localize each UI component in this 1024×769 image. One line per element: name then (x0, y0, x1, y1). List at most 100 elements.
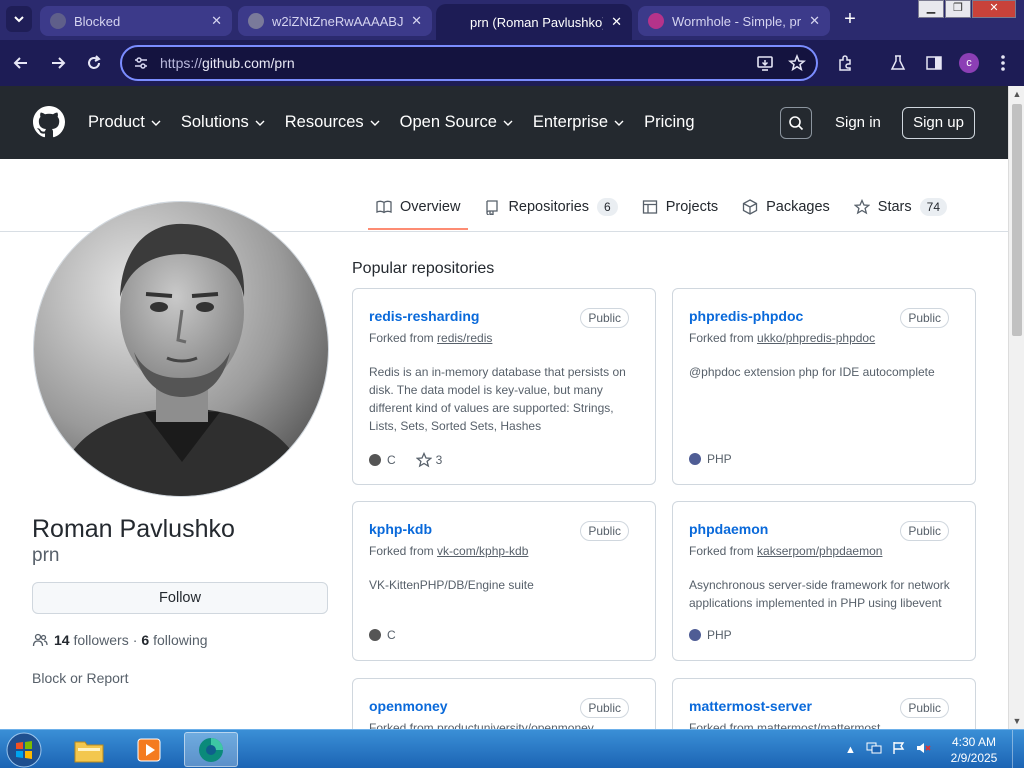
install-app-icon[interactable] (756, 54, 774, 77)
avatar[interactable] (33, 201, 329, 497)
people-icon (32, 633, 48, 647)
forked-from-link[interactable]: productuniversity/openmoney (437, 721, 594, 729)
forked-prefix: Forked from (689, 331, 754, 345)
repo-name-link[interactable]: mattermost-server (689, 698, 812, 714)
back-button[interactable] (8, 50, 34, 76)
forked-from: Forked from productuniversity/openmoney (369, 721, 594, 729)
scroll-up-arrow-icon[interactable]: ▲ (1009, 86, 1024, 102)
tab-blocked[interactable]: Blocked ✕ (40, 6, 232, 36)
tab-overview[interactable]: Overview (368, 189, 469, 230)
tab-stars[interactable]: Stars 74 (846, 189, 955, 225)
forward-button[interactable] (45, 50, 71, 76)
forked-prefix: Forked from (369, 721, 434, 729)
sign-in-link[interactable]: Sign in (835, 114, 881, 131)
show-desktop-button[interactable] (1012, 730, 1024, 769)
tab-label: w2iZNtZneRwAAAABJ (272, 13, 404, 29)
nav-resources[interactable]: Resources (285, 113, 380, 132)
network-icon[interactable] (866, 741, 882, 758)
wormhole-favicon-icon (648, 13, 664, 29)
browser-toolbar: https://github.com/prn c (0, 40, 1024, 86)
followers-link[interactable]: 14 followers (54, 632, 129, 648)
nav-enterprise[interactable]: Enterprise (533, 113, 624, 132)
nav-pricing[interactable]: Pricing (644, 113, 694, 132)
repo-stars[interactable]: 3 (436, 453, 443, 467)
extensions-icon[interactable] (834, 52, 856, 74)
taskbar-browser[interactable] (184, 732, 238, 767)
repo-meta: PHP (689, 452, 732, 466)
github-logo-icon[interactable] (33, 106, 65, 138)
system-clock[interactable]: 4:30 AM 2/9/2025 (944, 734, 1004, 766)
close-tab-icon[interactable]: ✕ (411, 13, 422, 29)
tab-label: Packages (766, 199, 830, 215)
tab-packages[interactable]: Packages (734, 189, 838, 225)
sign-up-button[interactable]: Sign up (902, 107, 975, 139)
forked-from-link[interactable]: ukko/phpredis-phpdoc (757, 331, 875, 345)
action-center-flag-icon[interactable] (892, 741, 906, 758)
nav-solutions[interactable]: Solutions (181, 113, 265, 132)
search-button[interactable] (780, 107, 812, 139)
nav-product[interactable]: Product (88, 113, 161, 132)
labs-flask-icon[interactable] (887, 52, 909, 74)
taskbar-media-player[interactable] (122, 732, 176, 767)
bookmark-star-icon[interactable] (788, 53, 806, 77)
repo-language: C (387, 453, 396, 467)
side-panel-icon[interactable] (923, 52, 945, 74)
repo-language: PHP (707, 452, 732, 466)
repo-description: VK-KittenPHP/DB/Engine suite (369, 578, 534, 592)
scroll-down-arrow-icon[interactable]: ▼ (1009, 713, 1024, 729)
star-icon (853, 199, 870, 215)
folder-icon (74, 741, 104, 762)
visibility-badge: Public (580, 698, 629, 718)
close-tab-icon[interactable]: ✕ (611, 14, 622, 30)
tab-projects[interactable]: Projects (634, 189, 726, 225)
chevron-down-icon (614, 120, 624, 126)
forked-from-link[interactable]: vk-com/kphp-kdb (437, 544, 528, 558)
reload-button[interactable] (81, 50, 107, 76)
tab-repositories[interactable]: Repositories 6 (476, 189, 625, 225)
close-window-button[interactable]: ✕ (972, 0, 1016, 18)
address-bar[interactable]: https://github.com/prn (120, 45, 818, 81)
nav-open-source[interactable]: Open Source (400, 113, 513, 132)
tab-wormhole[interactable]: Wormhole - Simple, pr ✕ (638, 6, 830, 36)
popular-repos-heading: Popular repositories (352, 260, 495, 277)
url-scheme: https:// (160, 55, 203, 71)
forked-from: Forked from vk-com/kphp-kdb (369, 544, 528, 558)
taskbar-file-explorer[interactable] (62, 732, 116, 767)
close-tab-icon[interactable]: ✕ (809, 13, 820, 29)
nav-label: Product (88, 113, 145, 131)
start-button[interactable] (4, 731, 44, 768)
forked-from-link[interactable]: redis/redis (437, 331, 492, 345)
repo-name-link[interactable]: phpdaemon (689, 521, 768, 537)
repo-card: openmoney Public Forked from productuniv… (352, 678, 656, 729)
show-hidden-icons-icon[interactable]: ▲ (845, 744, 856, 756)
volume-muted-icon[interactable] (916, 741, 932, 758)
scrollbar-thumb[interactable] (1012, 104, 1022, 336)
tab-search-button[interactable] (6, 6, 32, 32)
system-tray: ▲ (845, 730, 932, 769)
tab-label: Wormhole - Simple, pr (672, 13, 802, 29)
nav-label: Solutions (180, 113, 249, 131)
maximize-button[interactable]: ❐ (945, 0, 971, 18)
page-scrollbar[interactable]: ▲ ▼ (1008, 86, 1024, 729)
block-or-report-link[interactable]: Block or Report (32, 670, 128, 686)
repo-name-link[interactable]: redis-resharding (369, 308, 479, 324)
tab-prn-profile[interactable]: prn (Roman Pavlushko) ✕ (436, 4, 632, 40)
tab-w2iz[interactable]: w2iZNtZneRwAAAABJ ✕ (238, 6, 432, 36)
repo-meta: C 3 (369, 452, 442, 468)
new-tab-button[interactable]: + (838, 8, 862, 32)
chevron-down-icon (370, 120, 380, 126)
site-settings-icon[interactable] (132, 54, 150, 72)
repo-name-link[interactable]: phpredis-phpdoc (689, 308, 803, 324)
follow-button[interactable]: Follow (32, 582, 328, 614)
profile-avatar-button[interactable]: c (959, 53, 979, 73)
forked-from-link[interactable]: kakserpom/phpdaemon (757, 544, 882, 558)
minimize-button[interactable]: ▁ (918, 0, 944, 18)
repo-name-link[interactable]: openmoney (369, 698, 448, 714)
followers-label: followers (73, 632, 129, 648)
kebab-menu-icon[interactable] (992, 52, 1014, 74)
close-tab-icon[interactable]: ✕ (211, 13, 222, 29)
forked-from-link[interactable]: mattermost/mattermost (757, 721, 880, 729)
following-link[interactable]: 6 following (141, 632, 207, 648)
url-text: https://github.com/prn (160, 55, 295, 71)
repo-name-link[interactable]: kphp-kdb (369, 521, 432, 537)
